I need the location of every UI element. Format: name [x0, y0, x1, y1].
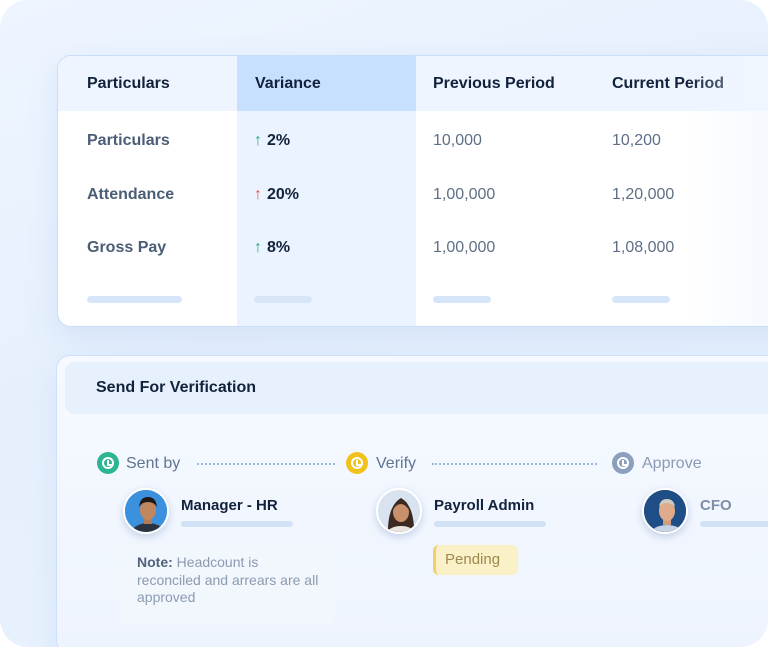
app-frame: Particulars Variance Previous Period Cur… [0, 0, 768, 647]
skeleton-placeholder [181, 521, 293, 527]
current-period-value: 1,08,000 [612, 239, 675, 256]
verification-panel: Send For Verification Sent by Verify App… [56, 355, 768, 647]
step-connector [432, 463, 597, 465]
row-label: Gross Pay [87, 239, 167, 256]
previous-period-value: 10,000 [433, 132, 482, 149]
avatar-illustration [644, 490, 686, 532]
previous-period-value: 1,00,000 [433, 186, 496, 203]
arrow-up-icon: ↑ [254, 132, 262, 149]
skeleton-placeholder [254, 296, 312, 303]
step-connector [197, 463, 335, 465]
variance-cell: ↑ 20% [254, 186, 299, 204]
skeleton-placeholder [700, 521, 768, 527]
variance-cell: ↑ 2% [254, 132, 290, 150]
previous-period-value: 1,00,000 [433, 239, 496, 256]
avatar[interactable] [642, 488, 688, 534]
verification-header: Send For Verification [65, 362, 768, 414]
variance-value: 2% [267, 132, 291, 149]
variance-value: 20% [267, 186, 300, 203]
skeleton-placeholder [612, 296, 670, 303]
note-box: Note: Headcount is reconciled and arrear… [119, 544, 335, 624]
current-period-value: 10,200 [612, 132, 661, 149]
step-label-approve: Approve [642, 455, 702, 472]
header-particulars[interactable]: Particulars [87, 75, 170, 93]
clock-icon [97, 452, 119, 474]
row-label: Attendance [87, 186, 175, 203]
skeleton-placeholder [433, 296, 491, 303]
comparison-table: Particulars Variance Previous Period Cur… [57, 55, 768, 327]
avatar[interactable] [376, 488, 422, 534]
variance-cell: ↑ 8% [254, 239, 290, 257]
person-name: CFO [700, 497, 732, 514]
row-label: Particulars [87, 132, 170, 149]
current-period-value: 1,20,000 [612, 186, 675, 203]
status-badge: Pending [433, 545, 518, 575]
avatar[interactable] [123, 488, 169, 534]
header-variance[interactable]: Variance [255, 75, 321, 93]
step-label-sent-by: Sent by [126, 455, 181, 472]
header-previous-period[interactable]: Previous Period [433, 75, 555, 93]
variance-value: 8% [267, 239, 291, 256]
arrow-up-icon: ↑ [254, 186, 262, 203]
step-label-verify: Verify [376, 455, 417, 472]
note-label: Note: [137, 554, 173, 570]
avatar-illustration [125, 490, 167, 532]
arrow-up-icon: ↑ [254, 239, 262, 256]
clock-icon [612, 452, 634, 474]
clock-icon [346, 452, 368, 474]
skeleton-placeholder [434, 521, 546, 527]
verification-title: Send For Verification [96, 379, 257, 396]
header-current-period[interactable]: Current Period [612, 75, 724, 93]
avatar-illustration [378, 490, 420, 532]
skeleton-placeholder [87, 296, 182, 303]
person-name: Manager - HR [181, 497, 278, 514]
person-name: Payroll Admin [434, 497, 535, 514]
